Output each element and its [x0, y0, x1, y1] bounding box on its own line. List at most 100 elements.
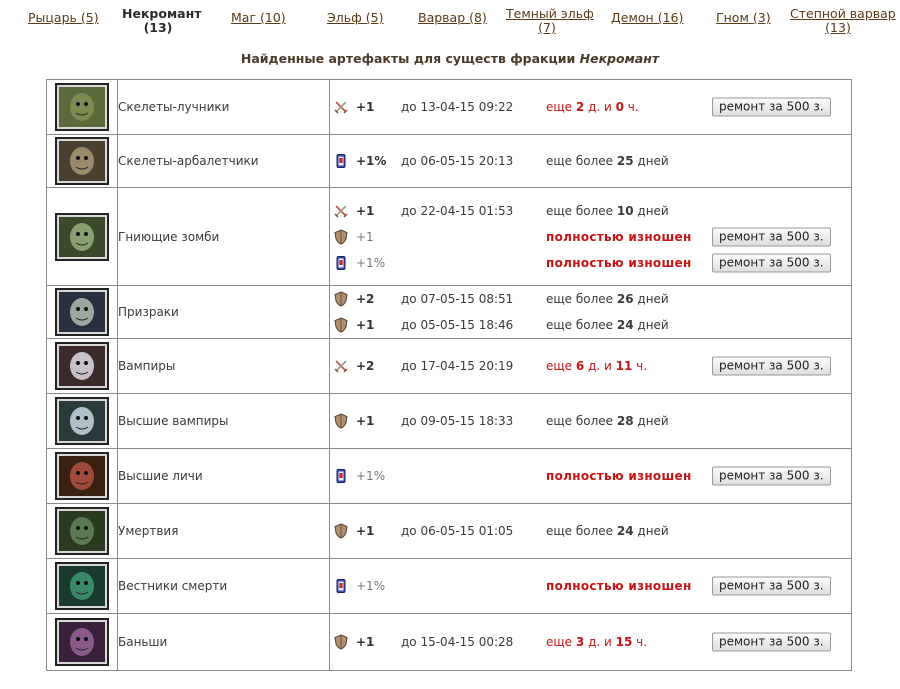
creature-portrait-cell: [46, 187, 118, 286]
repair-button[interactable]: ремонт за 500 з.: [712, 253, 831, 272]
shield-icon[interactable]: [333, 634, 349, 650]
section-heading: Найденные артефакты для существ фракции …: [240, 51, 660, 66]
artifact-expiry: до 07-05-15 08:51: [401, 292, 514, 306]
artifact-list: +2 до 17-04-15 20:19 еще 6 д. и 11 ч. ремон…: [329, 338, 852, 394]
artifact-expiry: до 06-05-15 01:05: [401, 524, 514, 538]
creature-portrait-cell: [46, 134, 118, 188]
tab-necromancer: Некромант (13): [122, 6, 202, 35]
creature-portrait-image: [70, 517, 94, 545]
shield-icon[interactable]: [333, 523, 349, 539]
creature-portrait-cell: [46, 393, 118, 449]
artifact-bonus: +2: [356, 359, 375, 373]
artifact-list: +1% до 06-05-15 20:13 еще более 25 дней: [329, 134, 852, 188]
artifact-bonus: +1: [356, 524, 375, 538]
creature-portrait-cell: [46, 285, 118, 339]
artifact-bonus: +2: [356, 292, 375, 306]
creature-portrait-image: [70, 628, 94, 656]
creature-name: Вампиры: [117, 338, 330, 394]
creature-name: Вестники смерти: [117, 558, 330, 614]
repair-button[interactable]: ремонт за 500 з.: [712, 97, 831, 117]
creature-portrait-cell: [46, 503, 118, 559]
creature-name: Баньши: [117, 613, 330, 671]
creature-portrait-cell: [46, 79, 118, 135]
tab-dwarf[interactable]: Гном (3): [716, 11, 771, 25]
repair-button[interactable]: ремонт за 500 з.: [712, 227, 831, 246]
creature-portrait[interactable]: [55, 562, 109, 610]
creature-portrait[interactable]: [55, 618, 109, 666]
tab-steppe-barbarian[interactable]: Степной варвар (13): [790, 7, 896, 35]
creature-row: Баньши +1 до 15-04-15 00:28 еще 3 д. и 15 ч…: [46, 613, 852, 671]
artifact-status: еще более 24 дней: [546, 318, 669, 332]
artifact-bonus: +1%: [356, 255, 386, 270]
shield-icon[interactable]: [333, 291, 349, 307]
artifact-row: +1 полностью изношен ремонт за 500 з.: [330, 224, 851, 250]
artifact-bonus: +1: [356, 203, 375, 218]
faction-tabs: Рыцарь (5) Некромант (13) Маг (10) Эльф (…: [0, 0, 900, 48]
tab-knight[interactable]: Рыцарь (5): [28, 11, 99, 25]
creature-portrait-cell: [46, 613, 118, 671]
creature-portrait-image: [70, 352, 94, 380]
creature-portrait[interactable]: [55, 452, 109, 500]
artifact-list: +2 до 07-05-15 08:51 еще более 26 дней +1 до…: [329, 285, 852, 339]
artifact-row: +1 до 22-04-15 01:53 еще более 10 дней: [330, 198, 851, 224]
creature-portrait-image: [70, 407, 94, 435]
artifact-bonus: +1: [356, 635, 375, 649]
artifact-bonus: +1%: [356, 469, 386, 483]
tab-dark-elf[interactable]: Темный эльф (7): [506, 7, 594, 35]
creature-row: Призраки +2 до 07-05-15 08:51 еще более 26 …: [46, 285, 852, 339]
artifact-status: полностью изношен: [546, 229, 692, 244]
artifact-row: +2 до 17-04-15 20:19 еще 6 д. и 11 ч. ремон…: [330, 353, 851, 379]
artifact-list: +1 до 09-05-15 18:33 еще более 28 дней: [329, 393, 852, 449]
artifact-status: еще 3 д. и 15 ч.: [546, 635, 648, 649]
artifact-expiry: до 09-05-15 18:33: [401, 414, 514, 428]
creature-portrait[interactable]: [55, 288, 109, 336]
creature-portrait[interactable]: [55, 397, 109, 445]
repair-button[interactable]: ремонт за 500 з.: [712, 466, 831, 486]
artifact-row: +1 до 13-04-15 09:22 еще 2 д. и 0 ч. ремонт…: [330, 94, 851, 120]
artifact-bonus: +1%: [356, 579, 386, 593]
creature-portrait[interactable]: [55, 342, 109, 390]
artifact-list: +1% полностью изношен ремонт за 500 з.: [329, 448, 852, 504]
artifact-expiry: до 13-04-15 09:22: [401, 100, 514, 114]
creature-name: Призраки: [117, 285, 330, 339]
creature-row: Вампиры +2 до 17-04-15 20:19 еще 6 д. и 11 …: [46, 338, 852, 394]
artifact-bonus: +1%: [356, 154, 387, 168]
sword-icon[interactable]: [333, 99, 349, 115]
shield-icon[interactable]: [333, 413, 349, 429]
shield-icon[interactable]: [333, 228, 349, 245]
creature-row: Высшие вампиры +1 до 09-05-15 18:33 еще бол…: [46, 393, 852, 449]
repair-button[interactable]: ремонт за 500 з.: [712, 632, 831, 652]
potion-icon[interactable]: [333, 468, 349, 484]
artifact-bonus: +1: [356, 318, 375, 332]
sword-icon[interactable]: [333, 358, 349, 374]
artifact-row: +1 до 15-04-15 00:28 еще 3 д. и 15 ч. ремон…: [330, 629, 851, 655]
creature-row: Высшие личи +1% полностью изношен ремонт за…: [46, 448, 852, 504]
tab-demon[interactable]: Демон (16): [611, 11, 683, 25]
creature-portrait[interactable]: [55, 83, 109, 131]
creature-portrait[interactable]: [55, 137, 109, 185]
artifact-status: полностью изношен: [546, 255, 692, 270]
creature-portrait[interactable]: [55, 507, 109, 555]
artifact-row: +1 до 09-05-15 18:33 еще более 28 дней: [330, 408, 851, 434]
creature-portrait[interactable]: [55, 212, 109, 261]
tab-elf[interactable]: Эльф (5): [327, 11, 383, 25]
potion-icon[interactable]: [333, 255, 349, 271]
artifact-row: +1% полностью изношен ремонт за 500 з.: [330, 250, 851, 276]
repair-button[interactable]: ремонт за 500 з.: [712, 576, 831, 596]
sword-icon[interactable]: [333, 203, 349, 219]
creature-portrait-image: [70, 298, 94, 326]
artifact-status: еще более 25 дней: [546, 154, 669, 168]
artifact-expiry: до 06-05-15 20:13: [401, 154, 514, 168]
potion-icon[interactable]: [333, 578, 349, 594]
tab-barbarian[interactable]: Варвар (8): [418, 11, 487, 25]
artifact-list: +1% полностью изношен ремонт за 500 з.: [329, 558, 852, 614]
tab-mage[interactable]: Маг (10): [231, 11, 286, 25]
artifact-list: +1 до 13-04-15 09:22 еще 2 д. и 0 ч. ремонт…: [329, 79, 852, 135]
potion-icon[interactable]: [333, 153, 349, 169]
artifact-list: +1 до 06-05-15 01:05 еще более 24 дней: [329, 503, 852, 559]
artifact-expiry: до 22-04-15 01:53: [401, 203, 514, 218]
shield-icon[interactable]: [333, 317, 349, 333]
repair-button[interactable]: ремонт за 500 з.: [712, 356, 831, 376]
artifact-status: еще 6 д. и 11 ч.: [546, 359, 648, 373]
creature-portrait-image: [70, 93, 94, 121]
